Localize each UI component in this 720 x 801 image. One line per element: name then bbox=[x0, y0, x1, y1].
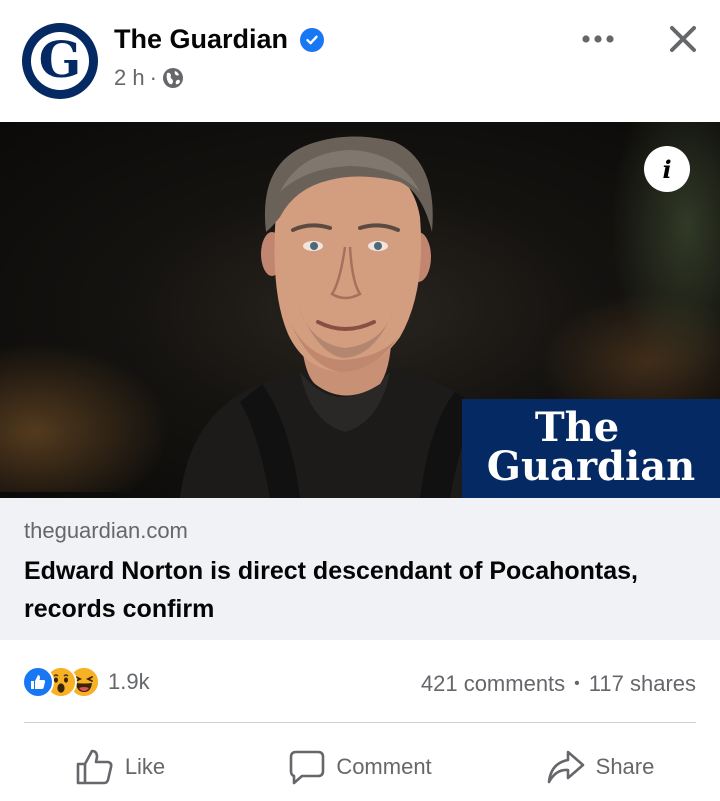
more-horizontal-icon bbox=[582, 35, 614, 43]
comment-button[interactable]: Comment bbox=[240, 738, 480, 796]
link-title: Edward Norton is direct descendant of Po… bbox=[24, 557, 638, 623]
more-options-button[interactable] bbox=[574, 24, 622, 54]
engagement-stats: 1.9k 421 comments • 117 shares bbox=[0, 660, 720, 706]
link-preview[interactable]: theguardian.com Edward Norton is direct … bbox=[0, 498, 720, 640]
link-domain: theguardian.com bbox=[24, 518, 188, 543]
like-button[interactable]: Like bbox=[0, 738, 240, 796]
avatar-logo-letter: G bbox=[38, 30, 82, 89]
info-button[interactable]: i bbox=[644, 146, 690, 192]
share-icon bbox=[547, 750, 584, 784]
comment-label: Comment bbox=[336, 754, 432, 779]
logo-line2: Guardian bbox=[486, 442, 696, 490]
share-button[interactable]: Share bbox=[480, 738, 720, 796]
meta-separator: · bbox=[149, 65, 157, 90]
action-bar: Like Comment Share bbox=[0, 738, 720, 796]
thumbs-up-icon bbox=[76, 749, 113, 785]
page-name[interactable]: The Guardian bbox=[114, 24, 288, 55]
divider bbox=[24, 722, 696, 723]
page-avatar[interactable]: G bbox=[22, 23, 98, 99]
share-label: Share bbox=[595, 754, 655, 779]
verified-badge-icon bbox=[300, 28, 324, 52]
post-header: G The Guardian 2 h · bbox=[0, 0, 720, 122]
logo-line1: The bbox=[534, 403, 620, 451]
reactions-summary[interactable]: 1.9k bbox=[22, 666, 150, 698]
comments-count[interactable]: 421 comments bbox=[421, 671, 565, 697]
comment-icon bbox=[290, 750, 325, 785]
shares-count[interactable]: 117 shares bbox=[589, 671, 696, 697]
post-meta: 2 h · bbox=[114, 65, 184, 91]
like-label: Like bbox=[124, 754, 166, 779]
comment-share-counts: 421 comments • 117 shares bbox=[421, 671, 696, 697]
close-icon bbox=[670, 26, 696, 52]
like-reaction-icon bbox=[22, 666, 54, 698]
globe-icon bbox=[162, 67, 184, 89]
reaction-count: 1.9k bbox=[108, 669, 150, 694]
guardian-logo: The Guardian bbox=[462, 399, 720, 498]
post-time[interactable]: 2 h bbox=[114, 65, 145, 91]
avatar-inner: G bbox=[31, 32, 89, 90]
close-button[interactable] bbox=[660, 16, 706, 62]
count-separator: • bbox=[574, 675, 580, 692]
